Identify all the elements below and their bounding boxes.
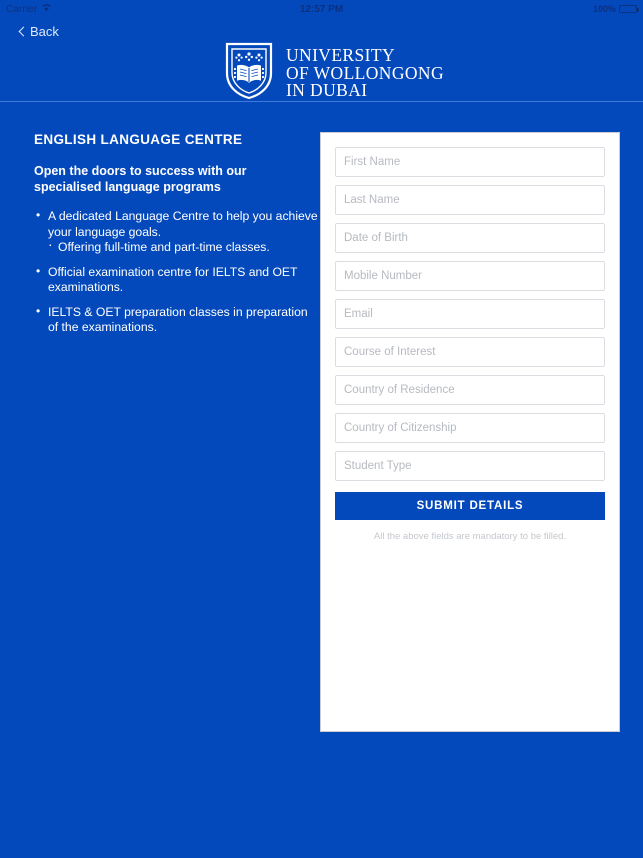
- logo-line-3: IN DUBAI: [286, 80, 368, 101]
- carrier-label: Carrier: [6, 3, 38, 15]
- wifi-icon: [41, 3, 52, 15]
- status-bar-left: Carrier: [6, 3, 52, 15]
- list-item-text: Official examination centre for IELTS an…: [48, 264, 298, 295]
- country-of-residence-input[interactable]: [335, 375, 605, 405]
- list-item-text: A dedicated Language Centre to help you …: [48, 209, 318, 239]
- back-button[interactable]: Back: [18, 24, 59, 39]
- list-item: IELTS & OET preparation classes in prepa…: [34, 304, 318, 336]
- enquiry-form: SUBMIT DETAILS All the above fields are …: [321, 133, 619, 542]
- page-title: ENGLISH LANGUAGE CENTRE: [34, 132, 243, 147]
- logo-wordmark: UNIVERSITY OF WOLLONGONG IN DUBAI: [286, 47, 444, 100]
- status-bar-right: 100%: [592, 4, 639, 14]
- status-bar: Carrier 12:57 PM 100%: [0, 0, 643, 18]
- list-item: Official examination centre for IELTS an…: [34, 264, 318, 296]
- first-name-input[interactable]: [335, 147, 605, 177]
- status-bar-clock: 12:57 PM: [299, 3, 344, 15]
- last-name-input[interactable]: [335, 185, 605, 215]
- app-header: Back UNIVERSITY OF WOLLONGONG IN DUBAI: [0, 18, 643, 102]
- page-subtitle: Open the doors to success with our speci…: [34, 164, 247, 194]
- info-panel: ENGLISH LANGUAGE CENTRE Open the doors t…: [34, 132, 318, 345]
- email-input[interactable]: [335, 299, 605, 329]
- student-type-input[interactable]: [335, 451, 605, 481]
- chevron-left-icon: [18, 26, 29, 37]
- battery-icon: [619, 5, 639, 13]
- enquiry-form-card: SUBMIT DETAILS All the above fields are …: [320, 132, 620, 732]
- university-logo: UNIVERSITY OF WOLLONGONG IN DUBAI: [224, 42, 444, 105]
- page-content: ENGLISH LANGUAGE CENTRE Open the doors t…: [0, 102, 643, 857]
- course-of-interest-input[interactable]: [335, 337, 605, 367]
- mobile-number-input[interactable]: [335, 261, 605, 291]
- uowd-crest-icon: [224, 42, 274, 105]
- list-item-subtext: Offering full-time and part-time classes…: [48, 237, 318, 256]
- list-item-text: IELTS & OET preparation classes in prepa…: [48, 304, 308, 335]
- feature-list: A dedicated Language Centre to help you …: [34, 208, 318, 336]
- country-of-citizenship-input[interactable]: [335, 413, 605, 443]
- battery-percent-label: 100%: [592, 4, 616, 14]
- back-button-label: Back: [30, 24, 59, 39]
- form-helper-text: All the above fields are mandatory to be…: [373, 531, 567, 542]
- submit-details-button[interactable]: SUBMIT DETAILS: [335, 492, 605, 520]
- date-of-birth-input[interactable]: [335, 223, 605, 253]
- list-item: A dedicated Language Centre to help you …: [34, 208, 318, 256]
